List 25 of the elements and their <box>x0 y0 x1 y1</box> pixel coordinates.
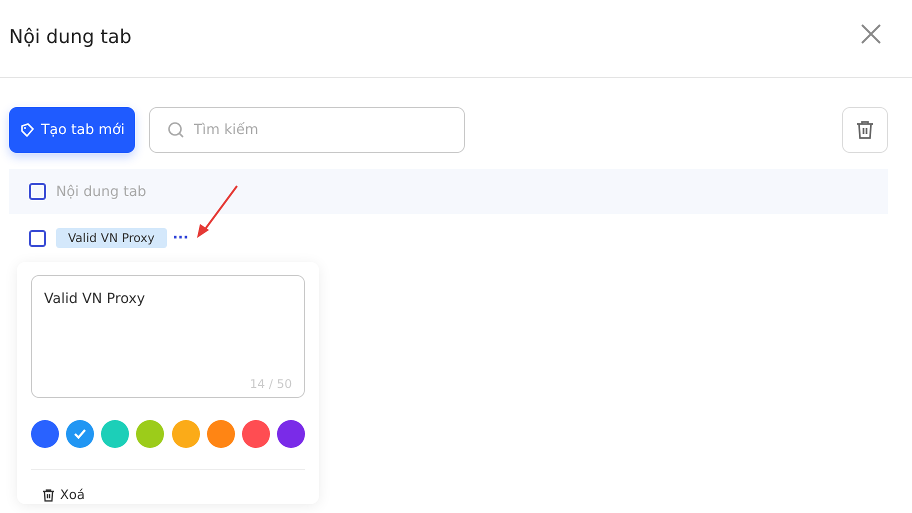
delete-button[interactable] <box>842 107 888 153</box>
color-swatch[interactable] <box>276 420 305 448</box>
checkbox[interactable] <box>29 183 46 200</box>
more-button[interactable]: ··· <box>172 230 189 246</box>
search-icon <box>166 121 185 139</box>
input-value: Valid VN Proxy <box>44 291 146 307</box>
tab-tag[interactable]: Valid VN Proxy <box>56 228 167 248</box>
color-swatch[interactable] <box>66 420 94 448</box>
color-swatch[interactable] <box>31 420 59 448</box>
tag-icon <box>19 122 35 138</box>
color-swatch[interactable] <box>206 420 235 448</box>
color-swatch[interactable] <box>242 420 270 448</box>
create-tab-button[interactable]: Tạo tab mới <box>9 107 135 153</box>
trash-icon <box>41 488 56 503</box>
dialog-title: Nội dung tab <box>9 26 132 48</box>
color-swatch[interactable] <box>101 420 130 448</box>
search-field[interactable]: Tìm kiếm <box>148 107 465 153</box>
trash-icon <box>854 119 876 141</box>
close-icon[interactable] <box>860 22 882 44</box>
color-swatch[interactable] <box>172 420 200 448</box>
color-swatch[interactable] <box>136 420 164 448</box>
checkbox[interactable] <box>29 230 46 246</box>
column-label: Nội dung tab <box>56 184 146 200</box>
check-icon <box>73 428 88 440</box>
delete-tab-button[interactable]: Xoá <box>37 484 89 507</box>
